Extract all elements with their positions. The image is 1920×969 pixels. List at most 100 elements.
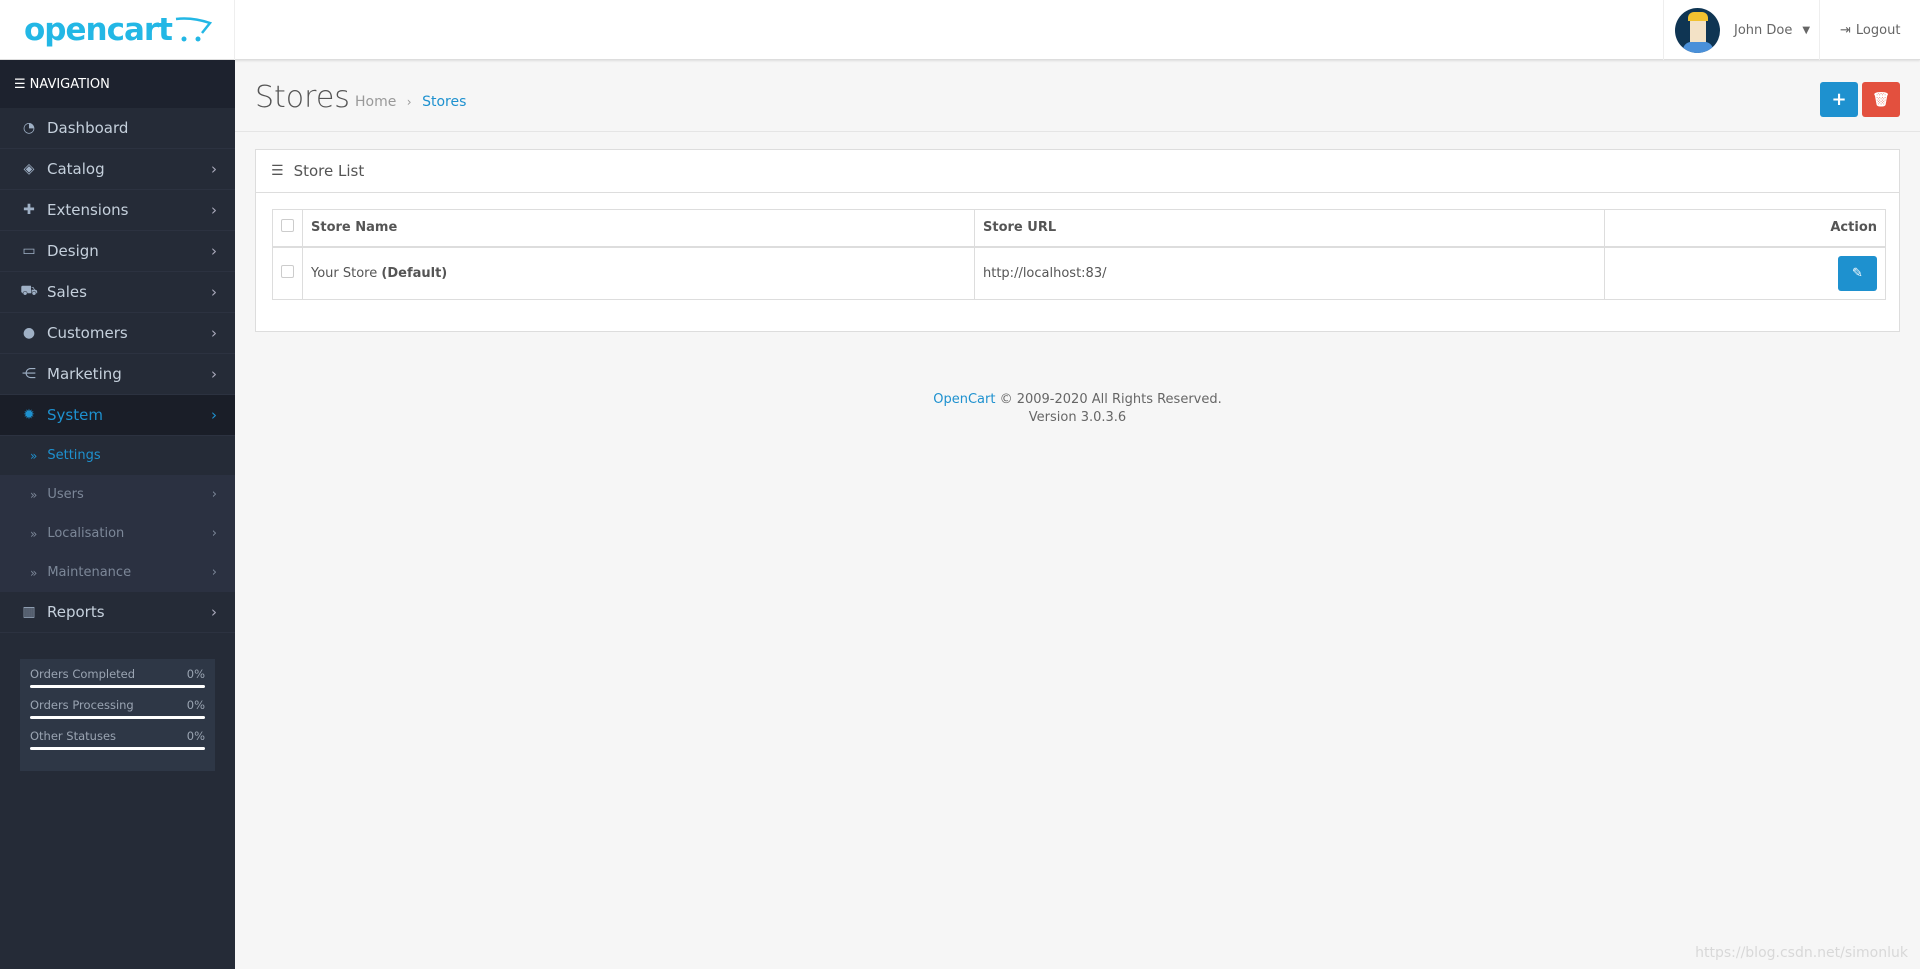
stat-value: 0% xyxy=(186,667,205,681)
order-stats: Orders Completed 0% Orders Processing 0% Oth… xyxy=(20,659,215,771)
stat-item: Orders Completed 0% xyxy=(30,667,205,688)
navigation-title: NAVIGATION xyxy=(29,76,110,92)
sidebar-item-dashboard[interactable]: ◔ Dashboard xyxy=(0,108,235,149)
sidebar-subitem-label: Maintenance xyxy=(47,565,132,580)
column-store-name[interactable]: Store Name xyxy=(302,209,975,248)
pencil-icon: ✎ xyxy=(1852,265,1863,281)
caret-down-icon: ▼ xyxy=(1802,24,1811,36)
sidebar-subitem-label: Localisation xyxy=(47,526,125,541)
stat-value: 0% xyxy=(186,729,205,743)
stat-label: Orders Completed xyxy=(30,667,136,681)
sign-out-icon: ⇥ xyxy=(1840,22,1851,38)
stat-value: 0% xyxy=(186,698,205,712)
store-url: http://localhost:83/ xyxy=(974,246,1605,300)
panel-title: Store List xyxy=(293,162,365,180)
sidebar-item-catalog[interactable]: ◈ Catalog › xyxy=(0,149,235,190)
opencart-link[interactable]: OpenCart xyxy=(933,392,995,407)
top-header: opencart John Doe ▼ ⇥ Logout xyxy=(0,0,1920,60)
menu-icon: ☰ xyxy=(14,76,26,92)
logout-link[interactable]: ⇥ Logout xyxy=(1840,0,1900,60)
page-title: Stores xyxy=(255,80,350,115)
user-dropdown[interactable]: John Doe ▼ xyxy=(1663,0,1820,60)
breadcrumb-stores[interactable]: Stores xyxy=(422,94,466,110)
row-checkbox[interactable] xyxy=(281,264,294,278)
sidebar-item-label: Marketing xyxy=(47,365,122,383)
stat-progress-bar xyxy=(30,716,205,719)
table-row: Your Store (Default) http://localhost:83… xyxy=(272,246,1886,300)
list-icon: ☰ xyxy=(271,163,284,179)
bar-chart-icon: ▥ xyxy=(22,604,36,620)
chevron-right-icon: › xyxy=(211,406,217,424)
monitor-icon: ▭ xyxy=(22,243,36,259)
chevron-right-icon: › xyxy=(211,487,217,502)
sidebar-subitem-label: Settings xyxy=(47,448,101,463)
navigation-header[interactable]: ☰ NAVIGATION xyxy=(0,60,235,108)
breadcrumb: Home › Stores xyxy=(355,94,467,110)
sidebar-item-label: Dashboard xyxy=(47,119,129,137)
version: Version 3.0.3.6 xyxy=(1028,410,1127,425)
default-label: (Default) xyxy=(381,265,448,281)
chevron-right-icon: › xyxy=(211,565,217,580)
stat-progress-bar xyxy=(30,747,205,750)
sidebar-item-label: Catalog xyxy=(47,160,105,178)
chevron-right-icon: › xyxy=(211,201,217,219)
trash-icon: 🗑 xyxy=(1872,91,1890,108)
opencart-logo[interactable]: opencart xyxy=(0,0,235,60)
sidebar-item-sales[interactable]: ⛟ Sales › xyxy=(0,272,235,313)
stat-label: Other Statuses xyxy=(30,729,117,743)
double-chevron-icon: » xyxy=(30,526,38,541)
logout-label: Logout xyxy=(1855,22,1901,38)
sidebar-item-label: Customers xyxy=(47,324,128,342)
sidebar-subitem-maintenance[interactable]: » Maintenance › xyxy=(0,553,235,592)
share-icon: ⋲ xyxy=(22,366,36,382)
logo-text: opencart xyxy=(24,12,173,48)
footer: OpenCart © 2009-2020 All Rights Reserved… xyxy=(235,391,1920,427)
store-table: Store Name Store URL Action Your Store (… xyxy=(272,209,1886,300)
chevron-right-icon: › xyxy=(211,324,217,342)
chevron-right-icon: › xyxy=(211,283,217,301)
sidebar-item-label: Sales xyxy=(47,283,87,301)
tags-icon: ◈ xyxy=(23,161,35,177)
puzzle-icon: ✚ xyxy=(23,202,35,218)
gear-icon: ✹ xyxy=(23,407,35,423)
chevron-right-icon: › xyxy=(211,526,217,541)
dashboard-icon: ◔ xyxy=(22,120,36,136)
stat-label: Orders Processing xyxy=(30,698,134,712)
sidebar-subitem-users[interactable]: » Users › xyxy=(0,475,235,514)
stat-progress-bar xyxy=(30,685,205,688)
stat-item: Other Statuses 0% xyxy=(30,729,205,750)
sidebar-item-system[interactable]: ✹ System › xyxy=(0,395,235,436)
sidebar-subitem-localisation[interactable]: » Localisation › xyxy=(0,514,235,553)
sidebar-item-label: System xyxy=(47,406,103,424)
chevron-right-icon: › xyxy=(211,603,217,621)
store-name: Your Store xyxy=(311,265,378,281)
main-content: Stores Home › Stores + 🗑 ☰ Store List Sto… xyxy=(235,60,1920,969)
page-header: Stores Home › Stores + 🗑 xyxy=(235,60,1920,132)
cart-logo-icon xyxy=(175,17,212,42)
user-name: John Doe xyxy=(1734,22,1793,38)
add-store-button[interactable]: + xyxy=(1820,82,1858,117)
sidebar-item-extensions[interactable]: ✚ Extensions › xyxy=(0,190,235,231)
chevron-right-icon: › xyxy=(211,242,217,260)
sidebar-subitem-label: Users xyxy=(47,487,84,502)
sidebar-subitem-settings[interactable]: » Settings xyxy=(0,436,235,475)
double-chevron-icon: » xyxy=(30,565,38,580)
delete-store-button[interactable]: 🗑 xyxy=(1862,82,1900,117)
edit-button[interactable]: ✎ xyxy=(1838,255,1877,291)
table-header-row: Store Name Store URL Action xyxy=(272,209,1886,248)
stat-item: Orders Processing 0% xyxy=(30,698,205,719)
sidebar-item-marketing[interactable]: ⋲ Marketing › xyxy=(0,354,235,395)
column-store-url[interactable]: Store URL xyxy=(974,209,1605,248)
select-all-checkbox[interactable] xyxy=(281,219,294,233)
double-chevron-icon: » xyxy=(30,448,38,463)
sidebar-item-reports[interactable]: ▥ Reports › xyxy=(0,592,235,633)
sidebar-item-label: Extensions xyxy=(47,201,129,219)
avatar xyxy=(1675,7,1720,53)
store-list-panel: ☰ Store List Store Name Store URL Action … xyxy=(255,149,1900,332)
sidebar: ☰ NAVIGATION ◔ Dashboard ◈ Catalog › ✚ Extensio… xyxy=(0,60,235,969)
sidebar-item-design[interactable]: ▭ Design › xyxy=(0,231,235,272)
chevron-right-icon: › xyxy=(211,160,217,178)
double-chevron-icon: » xyxy=(30,487,38,502)
breadcrumb-home[interactable]: Home xyxy=(355,94,396,110)
sidebar-item-customers[interactable]: ● Customers › xyxy=(0,313,235,354)
